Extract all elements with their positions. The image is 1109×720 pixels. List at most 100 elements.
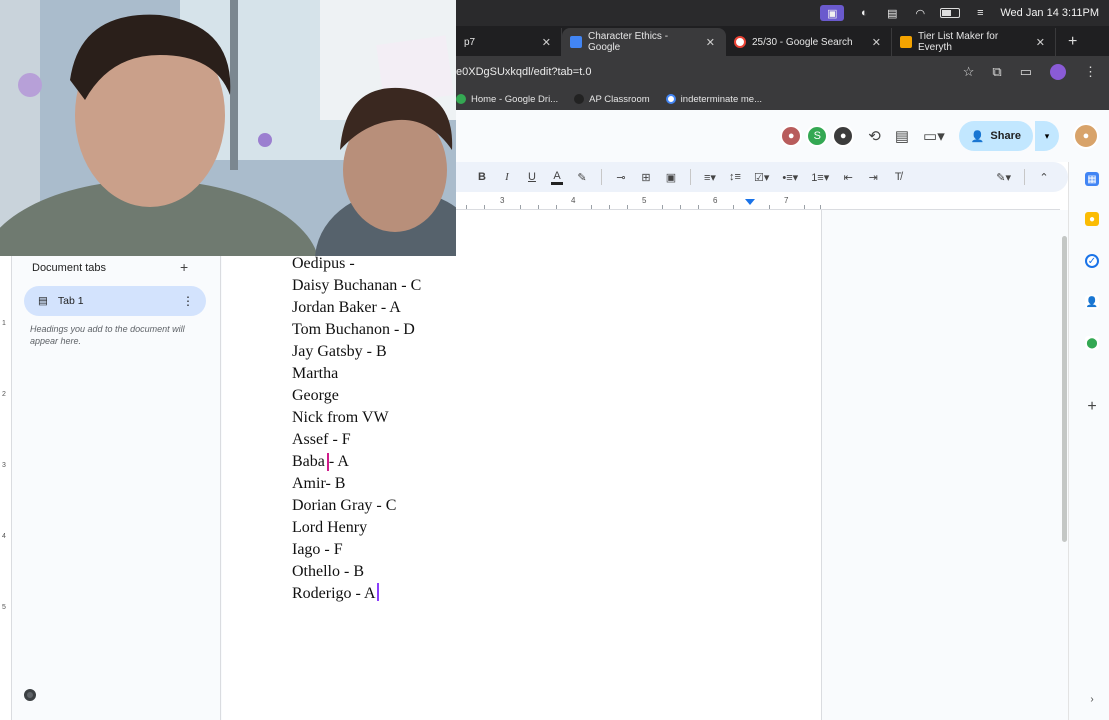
profile-avatar[interactable] xyxy=(1050,64,1066,80)
bookmark-item[interactable]: indeterminate me... xyxy=(665,94,762,105)
text-line[interactable]: Martha xyxy=(292,363,421,385)
insert-image-icon[interactable]: ▣ xyxy=(665,171,677,184)
ruler-number: 5 xyxy=(642,196,647,205)
horizontal-ruler[interactable]: 3 4 5 6 7 xyxy=(456,196,1060,210)
text-line[interactable]: George xyxy=(292,385,421,407)
toolbar-divider xyxy=(601,169,602,185)
google-icon xyxy=(734,36,746,48)
browser-tab[interactable]: 25/30 - Google Search ✕ xyxy=(726,28,892,56)
collapse-menus-icon[interactable]: ⌃ xyxy=(1038,171,1050,184)
close-icon[interactable]: ✕ xyxy=(542,36,551,49)
underline-button[interactable]: U xyxy=(526,171,538,183)
browser-tab[interactable]: Tier List Maker for Everyth ✕ xyxy=(892,28,1056,56)
document-tab-item[interactable]: ▤ Tab 1 ⋮ xyxy=(24,286,206,316)
new-tab-button[interactable]: + xyxy=(1056,28,1089,56)
bookmark-item[interactable]: Home - Google Dri... xyxy=(456,94,558,105)
text-line[interactable]: Baba - A xyxy=(292,451,421,473)
outline-title: Document tabs xyxy=(32,262,106,274)
text-line[interactable]: Tom Buchanon - D xyxy=(292,319,421,341)
line-spacing-icon[interactable]: ↕≡ xyxy=(729,171,741,183)
ruler-number: 4 xyxy=(571,196,576,205)
bold-button[interactable]: B xyxy=(476,171,488,183)
history-icon[interactable]: ⟲ xyxy=(868,127,881,145)
add-addon-icon[interactable]: + xyxy=(1085,398,1099,415)
tasks-icon[interactable]: ✓ xyxy=(1085,254,1099,268)
menu-bar-clock[interactable]: Wed Jan 14 3:11PM xyxy=(1000,7,1099,19)
meet-icon[interactable]: ▭▾ xyxy=(923,127,945,145)
collaborator-avatar[interactable]: ● xyxy=(832,125,855,147)
document-text[interactable]: Oedipus - Daisy Buchanan - C Jordan Bake… xyxy=(292,253,421,605)
close-icon[interactable]: ✕ xyxy=(706,36,715,49)
chevron-right-icon[interactable]: › xyxy=(1085,692,1099,706)
more-options-icon[interactable]: ⋮ xyxy=(182,294,194,308)
url-field[interactable]: e0XDgSUxkqdl/edit?tab=t.0 xyxy=(456,66,963,78)
outline-hint: Headings you add to the document will ap… xyxy=(30,324,185,346)
browser-tab-active[interactable]: Character Ethics - Google ✕ xyxy=(562,28,726,56)
numbered-list-icon[interactable]: 1≡▾ xyxy=(811,171,829,184)
text-line[interactable]: Amir- B xyxy=(292,473,421,495)
close-icon[interactable]: ✕ xyxy=(1036,36,1045,49)
text-line[interactable]: Jordan Baker - A xyxy=(292,297,421,319)
collaborator-avatar[interactable]: ● xyxy=(780,125,803,147)
webcam-video-image xyxy=(0,0,456,256)
toolbar-divider xyxy=(1024,169,1025,185)
text-line[interactable]: Nick from VW xyxy=(292,407,421,429)
add-comment-icon[interactable]: ⊞ xyxy=(640,171,652,184)
ruler-number: 3 xyxy=(500,196,505,205)
share-people-icon: 👤 xyxy=(970,130,985,143)
text-line[interactable]: Dorian Gray - C xyxy=(292,495,421,517)
clear-formatting-icon[interactable]: T̸ xyxy=(892,171,904,183)
text-line[interactable]: Othello - B xyxy=(292,561,421,583)
vertical-ruler[interactable]: 1 2 3 4 5 xyxy=(0,256,12,720)
ruler-number: 6 xyxy=(713,196,718,205)
checklist-icon[interactable]: ☑▾ xyxy=(754,171,769,184)
keep-icon[interactable]: ● xyxy=(1085,212,1099,226)
browser-tab[interactable]: p7 ✕ xyxy=(456,28,562,56)
toggles-icon[interactable]: ≡ xyxy=(972,7,988,19)
text-line[interactable]: Assef - F xyxy=(292,429,421,451)
screen-share-icon[interactable]: ▣ xyxy=(820,5,845,21)
outline-toggle-icon[interactable] xyxy=(24,689,36,701)
ruler-number: 3 xyxy=(2,462,6,469)
share-dropdown-button[interactable]: ▾ xyxy=(1035,121,1059,151)
control-center-icon[interactable]: ▤ xyxy=(884,7,900,20)
collaborator-avatar[interactable]: S xyxy=(806,125,829,147)
contacts-icon[interactable]: 👤 xyxy=(1085,295,1099,309)
wifi-icon[interactable]: ◠ xyxy=(912,7,928,20)
vertical-scrollbar[interactable] xyxy=(1062,236,1067,542)
right-indent-marker[interactable] xyxy=(745,199,755,205)
document-page[interactable]: Oedipus - Daisy Buchanan - C Jordan Bake… xyxy=(222,210,822,720)
bookmark-item[interactable]: AP Classroom xyxy=(574,94,650,105)
link-icon[interactable]: ⊸ xyxy=(615,171,627,184)
bookmark-label: AP Classroom xyxy=(589,93,650,105)
battery-icon[interactable] xyxy=(940,8,961,18)
text-line[interactable]: Jay Gatsby - B xyxy=(292,341,421,363)
text-line[interactable]: Oedipus - xyxy=(292,253,421,275)
text-line[interactable]: Daisy Buchanan - C xyxy=(292,275,421,297)
share-button[interactable]: 👤 Share xyxy=(958,121,1033,151)
increase-indent-icon[interactable]: ⇥ xyxy=(867,171,879,184)
editing-mode-icon[interactable]: ✎▾ xyxy=(996,171,1011,184)
collaborator-cursor xyxy=(327,453,329,471)
account-avatar[interactable]: ● xyxy=(1073,123,1099,149)
text-line[interactable]: Lord Henry xyxy=(292,517,421,539)
close-icon[interactable]: ✕ xyxy=(872,36,881,49)
split-view-icon[interactable]: ▭ xyxy=(1020,64,1032,80)
extensions-icon[interactable]: ⧉ xyxy=(992,64,1001,80)
highlight-icon[interactable]: ✎ xyxy=(576,171,588,184)
decrease-indent-icon[interactable]: ⇤ xyxy=(842,171,854,184)
comment-icon[interactable]: ▤ xyxy=(895,127,909,145)
panel-divider xyxy=(220,256,221,720)
align-icon[interactable]: ≡▾ xyxy=(704,171,716,184)
calendar-icon[interactable]: ▦ xyxy=(1085,172,1099,186)
text-color-button[interactable]: A xyxy=(551,170,563,185)
add-tab-button[interactable]: + xyxy=(180,259,188,275)
bulleted-list-icon[interactable]: •≡▾ xyxy=(782,171,798,184)
text-line[interactable]: Roderigo - A xyxy=(292,583,421,605)
star-icon[interactable]: ☆ xyxy=(963,64,975,80)
focus-icon[interactable]: ◐ xyxy=(856,7,872,19)
maps-icon[interactable]: ⬤ xyxy=(1085,336,1099,350)
more-menu-icon[interactable]: ⋮ xyxy=(1084,64,1097,80)
text-line[interactable]: Iago - F xyxy=(292,539,421,561)
italic-button[interactable]: I xyxy=(501,171,513,183)
